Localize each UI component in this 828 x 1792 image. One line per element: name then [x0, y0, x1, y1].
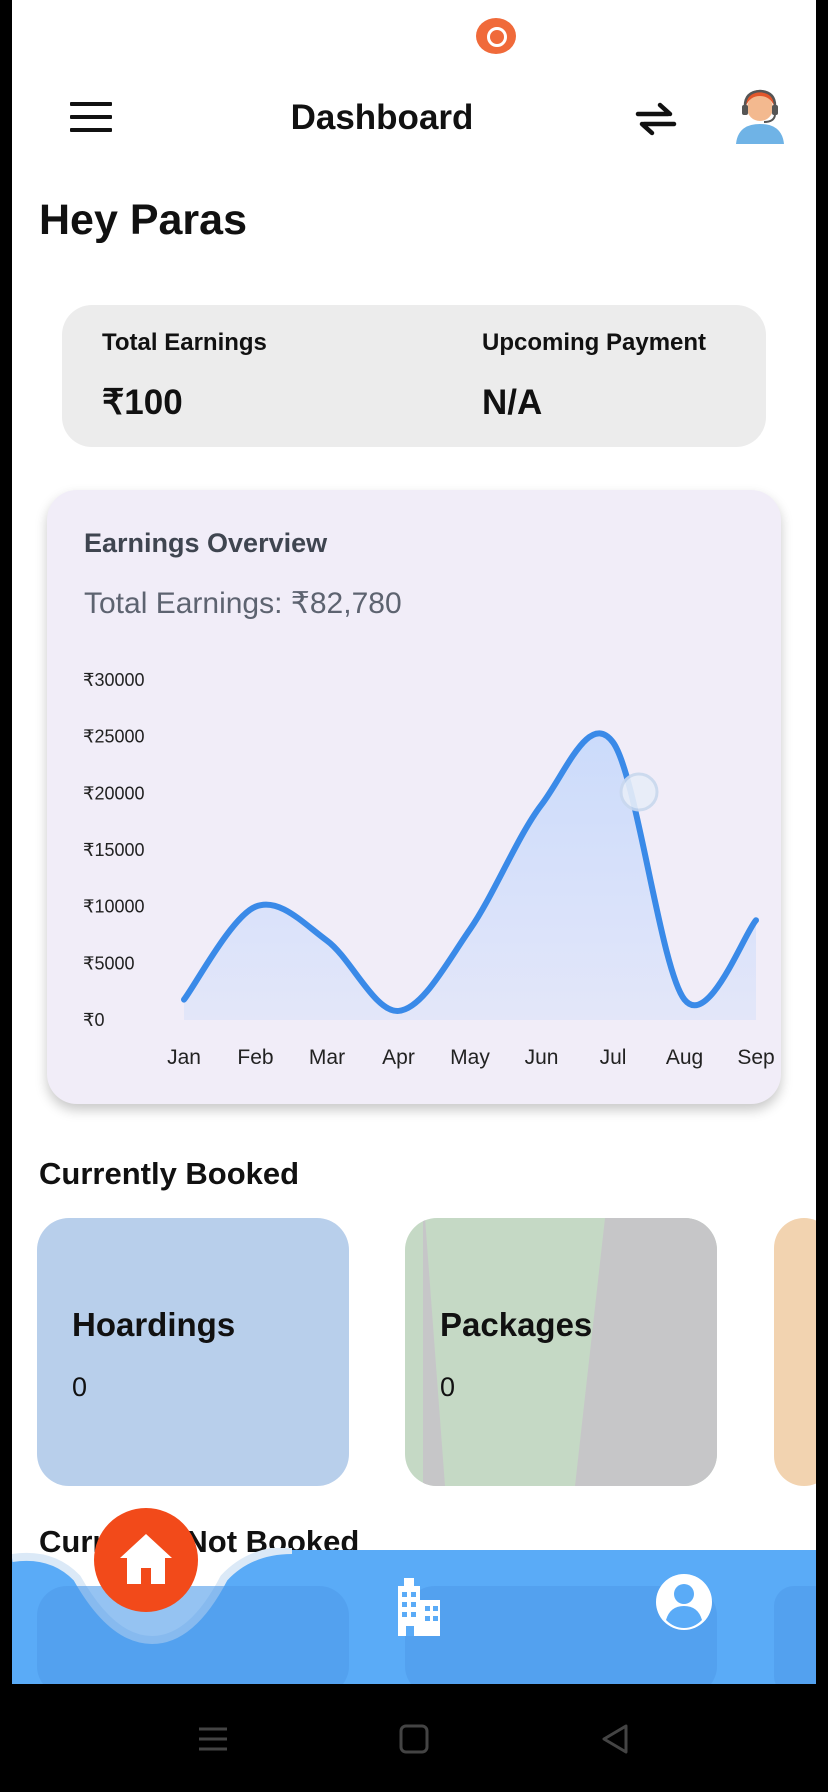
tile-label: Packages [440, 1306, 593, 1343]
y-tick-label: ₹0 [83, 1010, 104, 1030]
upcoming-payment-value: N/A [482, 383, 543, 422]
y-tick-label: ₹10000 [83, 897, 145, 917]
home-nav-button[interactable] [94, 1508, 198, 1612]
next-booked-tile[interactable] [774, 1218, 816, 1486]
tile-count: 0 [440, 1372, 456, 1402]
tile-label: Hoardings [72, 1306, 236, 1343]
earnings-line-chart[interactable]: ₹0 ₹5000 ₹10000 ₹15000 ₹20000 ₹25000 ₹30000 Jan… [47, 490, 781, 1104]
profile-icon[interactable] [654, 1572, 714, 1632]
x-tick-label: Jun [525, 1046, 559, 1069]
total-earnings-label: Total Earnings [102, 329, 267, 356]
support-avatar-icon[interactable] [734, 86, 786, 144]
y-tick-label: ₹30000 [83, 670, 145, 690]
x-tick-label: Jul [600, 1046, 627, 1069]
x-tick-label: Feb [237, 1046, 273, 1069]
packages-booked-tile[interactable]: Packages 0 [405, 1218, 717, 1486]
hoardings-booked-tile[interactable]: Hoardings 0 [37, 1218, 349, 1486]
x-tick-label: Sep [737, 1046, 774, 1069]
y-tick-label: ₹15000 [83, 840, 145, 860]
currently-booked-title: Currently Booked [39, 1156, 300, 1191]
recent-apps-icon[interactable] [196, 1722, 230, 1756]
status-indicator-icon [476, 18, 516, 54]
x-tick-label: Apr [382, 1046, 415, 1069]
touch-indicator [619, 772, 659, 812]
x-tick-label: Aug [666, 1046, 703, 1069]
y-tick-label: ₹25000 [83, 727, 145, 747]
app-bar: Dashboard [12, 60, 816, 170]
home-icon [120, 1534, 172, 1584]
earnings-area-fill [184, 733, 756, 1020]
tile-overlay-shape [423, 1218, 717, 1486]
swap-arrows-icon[interactable] [634, 98, 678, 138]
earnings-overview-card: Earnings Overview Total Earnings: ₹82,78… [47, 490, 781, 1104]
tile-count: 0 [72, 1372, 88, 1402]
greeting-text: Hey Paras [39, 196, 247, 244]
back-triangle-icon[interactable] [598, 1722, 632, 1756]
home-square-icon[interactable] [397, 1722, 431, 1756]
bottom-navigation-bar [12, 1508, 816, 1684]
y-tick-label: ₹20000 [83, 783, 145, 803]
y-tick-label: ₹5000 [83, 953, 135, 973]
system-navigation-bar [0, 1684, 828, 1792]
x-tick-label: May [450, 1046, 490, 1069]
x-tick-label: Mar [309, 1046, 345, 1069]
earnings-summary-card: Total Earnings ₹100 Upcoming Payment N/A [62, 305, 766, 447]
upcoming-payment-label: Upcoming Payment [482, 329, 707, 356]
app-screen: Dashboard Hey Paras Total Earnings ₹100 … [12, 0, 816, 1684]
x-tick-label: Jan [167, 1046, 201, 1069]
building-icon[interactable] [390, 1578, 446, 1638]
total-earnings-value: ₹100 [102, 383, 183, 422]
